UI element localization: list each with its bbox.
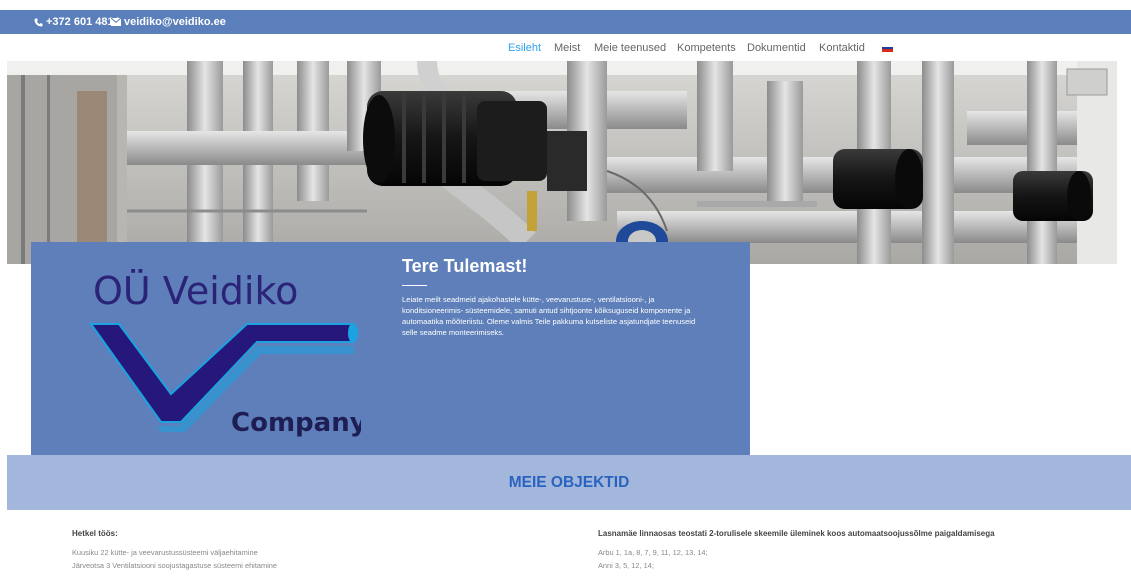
intro-section: OÜ Veidiko Company Tere Tulemast! Leiate… [31, 242, 750, 455]
objects-banner: MEIE OBJEKTID [7, 455, 1131, 510]
phone-contact[interactable]: +372 601 4814 [34, 16, 120, 28]
current-work-heading: Hetkel töös: [72, 529, 118, 538]
current-work-item: Järveotsa 3 Ventilatsiooni soojustagastu… [72, 561, 278, 570]
email-address: veidiko@veidiko.ee [124, 16, 226, 28]
email-contact[interactable]: veidiko@veidiko.ee [111, 16, 226, 28]
company-logo: OÜ Veidiko Company [89, 269, 361, 438]
main-navigation: Esileht Meist Meie teenused Kompetents D… [0, 38, 1131, 58]
nav-item-esileht[interactable]: Esileht [508, 42, 541, 54]
nav-item-kontaktid[interactable]: Kontaktid [819, 42, 865, 54]
lasnamae-item: Anni 3, 5, 12, 14; [598, 561, 654, 570]
lasnamae-item: Arbu 1, 1a, 8, 7, 9, 11, 12, 13, 14; [598, 548, 708, 557]
nav-item-dokumentid[interactable]: Dokumentid [747, 42, 806, 54]
nav-item-meist[interactable]: Meist [554, 42, 580, 54]
nav-item-kompetents[interactable]: Kompetents [677, 42, 736, 54]
envelope-icon [111, 18, 121, 26]
russian-flag-icon[interactable] [882, 44, 893, 52]
current-work-item: Kuusiku 22 kütte- ja veevarustussüsteemi… [72, 548, 258, 557]
welcome-text: Leiate meilt seadmeid ajakohastele kütte… [402, 295, 696, 337]
top-contact-bar: +372 601 4814 veidiko@veidiko.ee [0, 10, 1131, 34]
nav-item-meie-teenused[interactable]: Meie teenused [594, 42, 666, 54]
logo-tagline: Company [231, 408, 361, 438]
logo-company-name: OÜ Veidiko [93, 269, 298, 313]
lasnamae-heading: Lasnamäe linnaosas teostati 2-torulisele… [598, 529, 995, 538]
hero-banner [7, 61, 1117, 264]
phone-icon [34, 17, 43, 27]
welcome-heading: Tere Tulemast! [402, 256, 528, 276]
hero-pipes-image [7, 61, 1117, 264]
objects-heading: MEIE OBJEKTID [508, 474, 630, 491]
phone-number: +372 601 4814 [46, 16, 120, 28]
heading-divider [402, 285, 427, 286]
